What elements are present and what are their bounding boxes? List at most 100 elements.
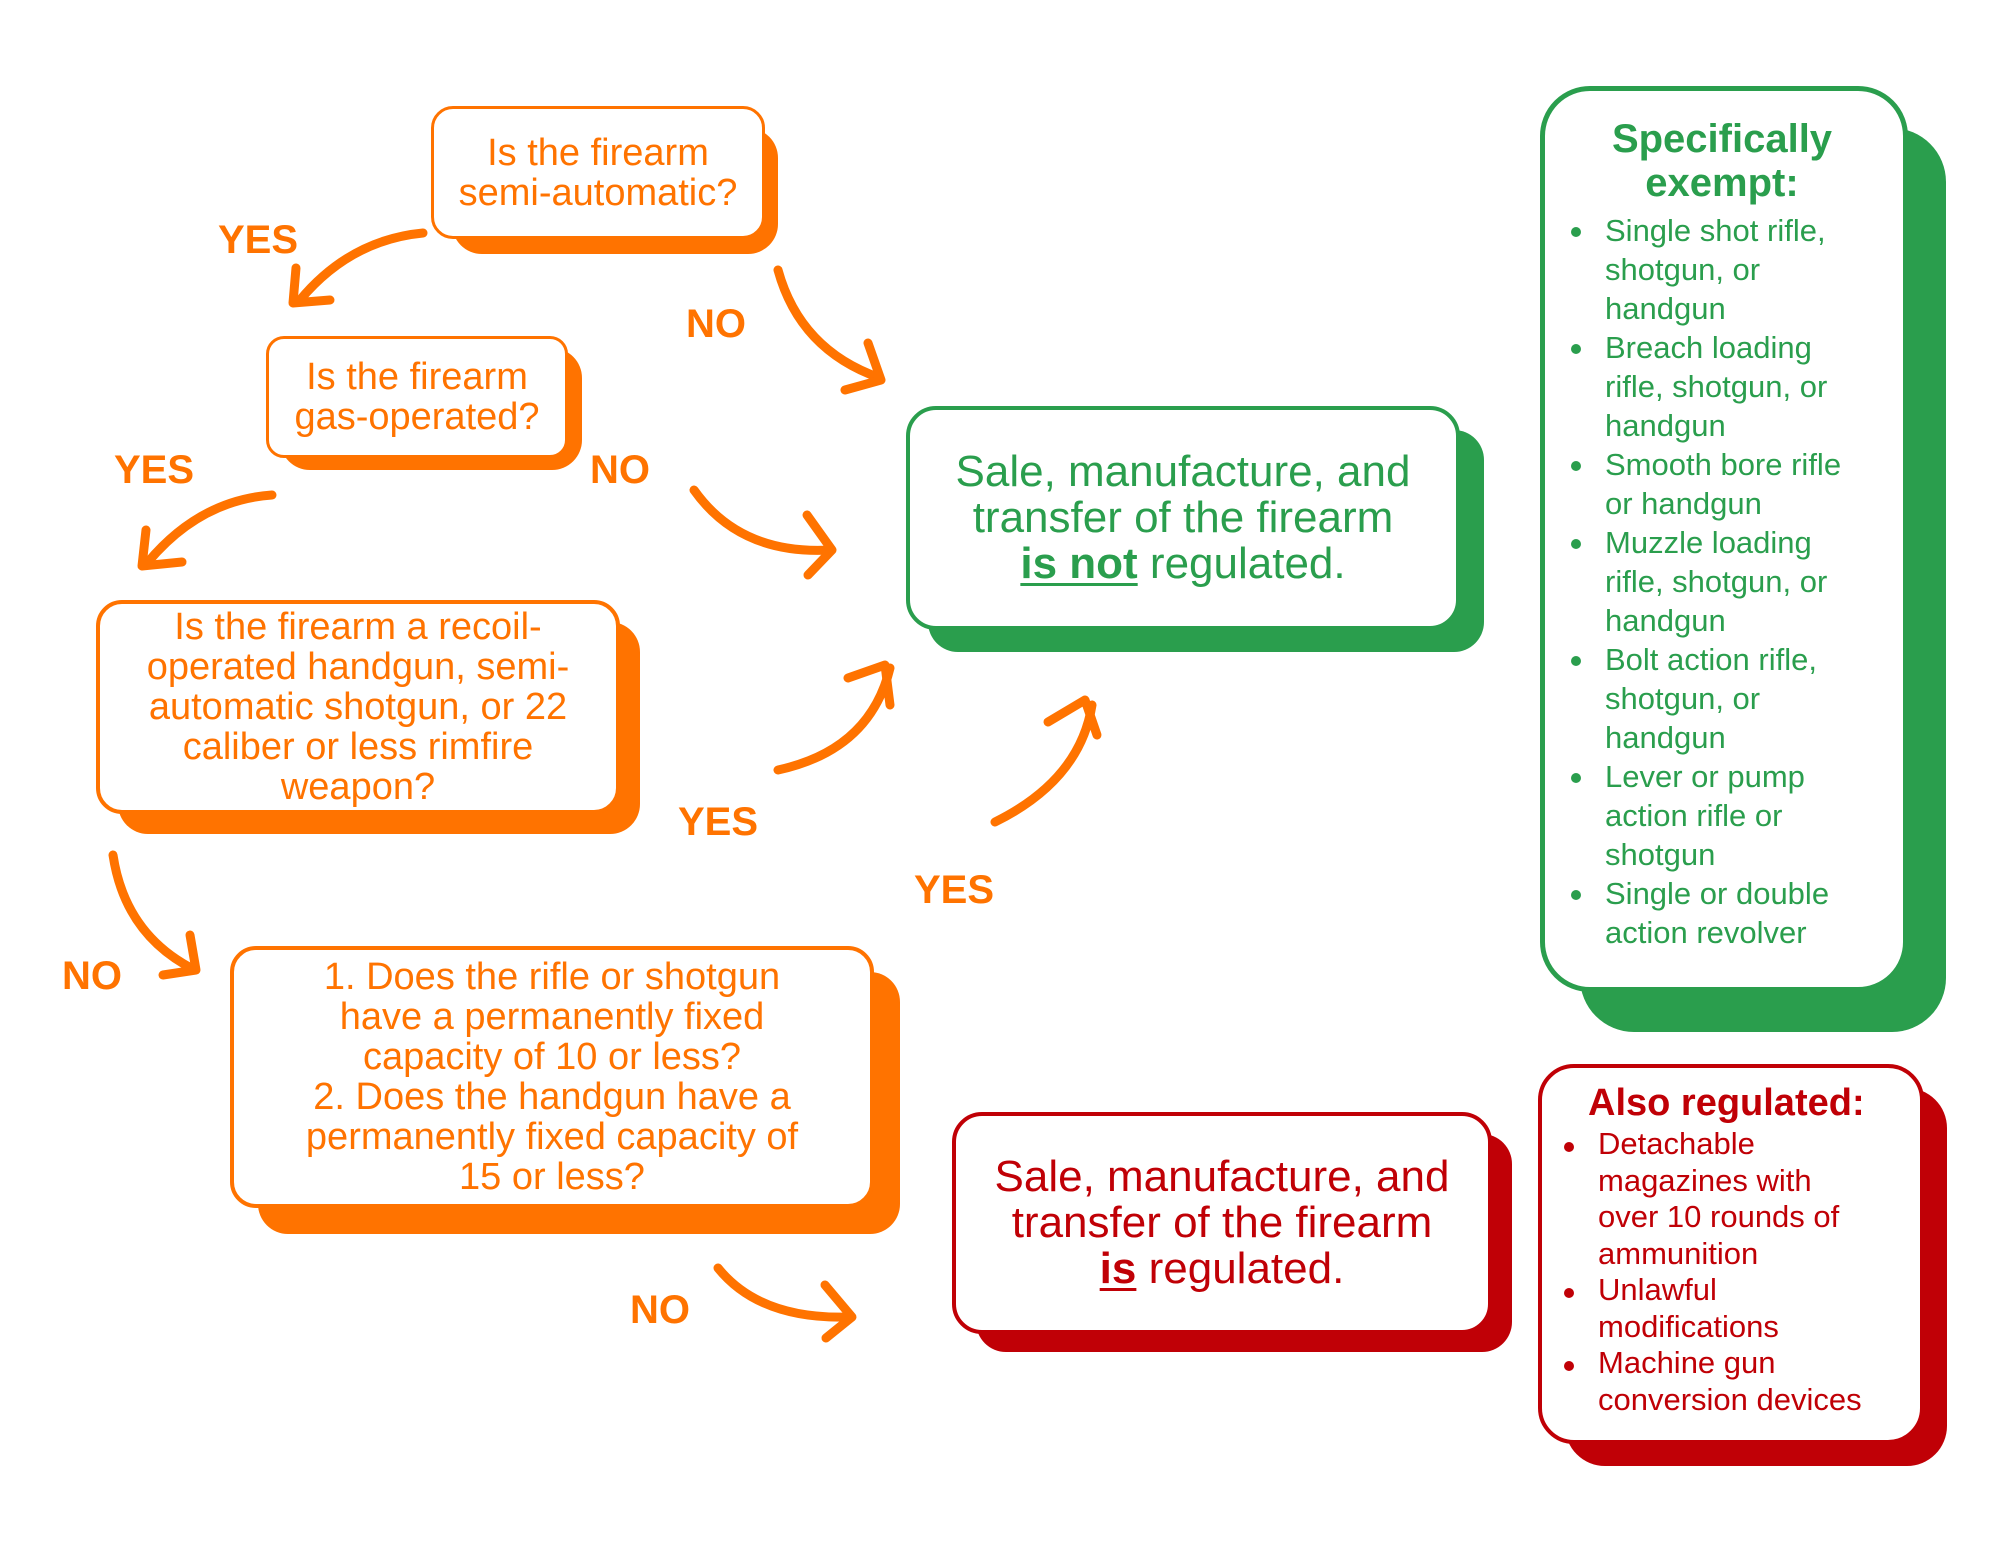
list-item: Smooth bore rifle or handgun	[1571, 445, 1885, 523]
arrow-q3-yes	[773, 660, 895, 775]
also-regulated-title: Also regulated:	[1588, 1082, 1865, 1124]
q4-line: have a permanently fixed	[339, 996, 765, 1038]
list-item-line: handgun	[1605, 603, 1726, 638]
list-item: Lever or pump action rifle or shotgun	[1571, 757, 1885, 874]
list-item-line: rifle, shotgun, or	[1605, 369, 1828, 404]
list-item-line: or handgun	[1605, 486, 1762, 521]
label-q2-yes: YES	[114, 448, 195, 492]
list-item-line: Muzzle loading	[1605, 525, 1812, 560]
label-q1-yes: YES	[218, 218, 299, 262]
list-item-line: Single shot rifle,	[1605, 213, 1826, 248]
label-q4-yes: YES	[914, 868, 995, 912]
result-regulated: Sale, manufacture, and transfer of the f…	[952, 1112, 1492, 1334]
bullet-icon	[1564, 1361, 1574, 1371]
label-q1-no: NO	[686, 302, 746, 346]
list-item: Bolt action rifle, shotgun, or handgun	[1571, 640, 1885, 757]
q4-line: permanently fixed capacity of	[305, 1116, 799, 1158]
list-item-line: handgun	[1605, 291, 1726, 326]
list-item-line: over 10 rounds of	[1598, 1199, 1840, 1234]
list-item: Muzzle loading rifle, shotgun, or handgun	[1571, 523, 1885, 640]
list-item-line: Lever or pump	[1605, 759, 1805, 794]
exempt-title-line: exempt:	[1645, 161, 1799, 205]
q3-line: automatic shotgun, or 22	[148, 686, 568, 728]
result-emphasis: is not	[1020, 539, 1138, 588]
q3-line: weapon?	[280, 766, 436, 808]
question-recoil-operated: Is the firearm a recoil- operated handgu…	[96, 600, 620, 814]
label-q4-no: NO	[630, 1288, 690, 1332]
list-item-line: Single or double	[1605, 876, 1830, 911]
arrow-q4-no	[713, 1263, 857, 1343]
list-item: Single or double action revolver	[1571, 874, 1885, 952]
q4-line: 1. Does the rifle or shotgun	[323, 956, 781, 998]
list-item-line: Smooth bore rifle	[1605, 447, 1842, 482]
q4-line: 15 or less?	[459, 1156, 645, 1198]
bullet-icon	[1571, 539, 1581, 549]
also-regulated-panel: Also regulated: Detachable magazines with…	[1538, 1064, 1924, 1444]
bullet-icon	[1571, 344, 1581, 354]
result-tail: regulated.	[1136, 1244, 1345, 1293]
list-item-line: shotgun, or	[1605, 681, 1761, 716]
exempt-title: Specifically exempt:	[1559, 117, 1885, 205]
list-item-line: action rifle or	[1605, 798, 1783, 833]
bullet-icon	[1571, 227, 1581, 237]
list-item-line: handgun	[1605, 720, 1726, 755]
result-not-regulated: Sale, manufacture, and transfer of the f…	[906, 406, 1460, 630]
list-item: Single shot rifle, shotgun, or handgun	[1571, 211, 1885, 328]
bullet-icon	[1571, 773, 1581, 783]
list-item-line: shotgun, or	[1605, 252, 1761, 287]
arrow-q2-no	[689, 485, 837, 580]
bullet-icon	[1564, 1142, 1574, 1152]
list-item-line: Detachable	[1598, 1126, 1755, 1161]
list-item-line: modifications	[1598, 1308, 1779, 1344]
result-emphasis: is	[1099, 1244, 1137, 1293]
exempt-title-line: Specifically	[1611, 117, 1833, 161]
label-q3-yes: YES	[678, 800, 759, 844]
result-tail: regulated.	[1137, 539, 1346, 588]
q3-line: operated handgun, semi-	[146, 646, 570, 688]
exempt-panel: Specifically exempt: Single shot rifle, s…	[1540, 86, 1908, 992]
list-item-line: Machine gun	[1598, 1345, 1776, 1380]
arrow-q4-yes	[990, 695, 1102, 827]
q1-line: Is the firearm	[487, 131, 709, 174]
list-item-line: ammunition	[1598, 1235, 1759, 1271]
bullet-icon	[1571, 890, 1581, 900]
list-item-line: magazines with	[1598, 1162, 1812, 1198]
list-item-line: Bolt action rifle,	[1605, 642, 1817, 677]
q2-line: gas-operated?	[294, 396, 540, 438]
exempt-list: Single shot rifle, shotgun, or handgun Brea…	[1559, 211, 1885, 952]
list-item: Unlawful modifications	[1564, 1272, 1910, 1345]
arrow-q1-no	[773, 265, 886, 395]
q2-line: Is the firearm	[306, 356, 528, 398]
list-item-line: Unlawful	[1598, 1272, 1717, 1307]
q4-line: 2. Does the handgun have a	[313, 1076, 791, 1118]
question-semi-automatic: Is the firearm semi-automatic?	[431, 106, 765, 239]
list-item-line: handgun	[1605, 408, 1726, 443]
q4-line: capacity of 10 or less?	[362, 1036, 742, 1078]
list-item: Breach loading rifle, shotgun, or handgun	[1571, 328, 1885, 445]
list-item: Machine gun conversion devices	[1564, 1345, 1910, 1418]
list-item-line: shotgun	[1605, 837, 1716, 872]
bullet-icon	[1571, 656, 1581, 666]
result-line: Sale, manufacture, and	[955, 447, 1411, 496]
list-item-line: conversion devices	[1598, 1381, 1862, 1417]
list-item: Detachable magazines with over 10 rounds o…	[1564, 1126, 1910, 1272]
label-q2-no: NO	[590, 448, 650, 492]
arrow-q2-yes	[137, 490, 277, 571]
label-q3-no: NO	[62, 954, 122, 998]
list-item-line: Breach loading	[1605, 330, 1812, 365]
q3-line: Is the firearm a recoil-	[174, 606, 542, 648]
also-regulated-list: Detachable magazines with over 10 rounds o…	[1552, 1126, 1910, 1418]
arrow-q1-yes	[288, 228, 428, 308]
q1-line: semi-automatic?	[458, 171, 738, 214]
question-gas-operated: Is the firearm gas-operated?	[266, 336, 568, 458]
result-line: transfer of the firearm	[972, 493, 1394, 542]
list-item-line: action revolver	[1605, 915, 1807, 950]
list-item-line: rifle, shotgun, or	[1605, 564, 1828, 599]
q3-line: caliber or less rimfire	[182, 726, 534, 768]
result-line: Sale, manufacture, and	[994, 1152, 1450, 1201]
result-line: transfer of the firearm	[1011, 1198, 1433, 1247]
arrow-q3-no	[108, 850, 201, 980]
bullet-icon	[1571, 461, 1581, 471]
question-fixed-capacity: 1. Does the rifle or shotgun have a perm…	[230, 946, 874, 1208]
bullet-icon	[1564, 1288, 1574, 1298]
